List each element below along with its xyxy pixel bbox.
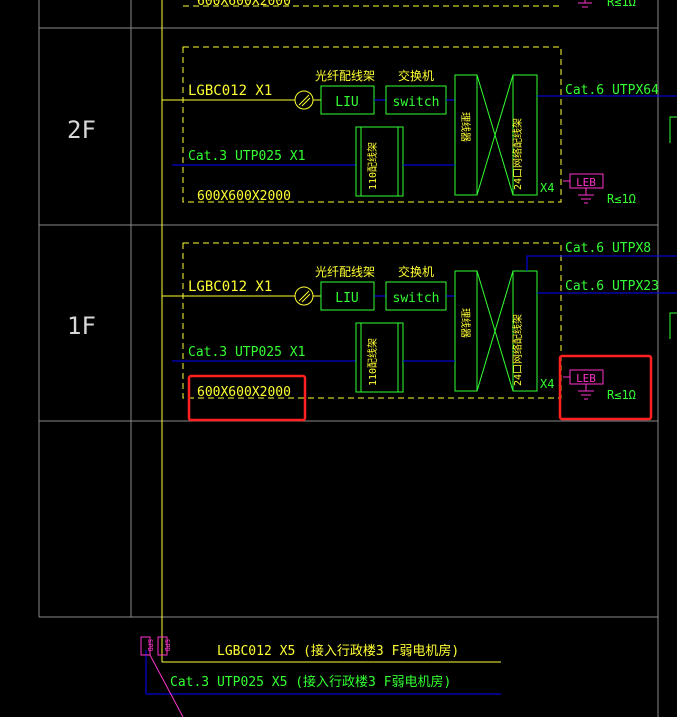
liu-caption: 光纤配线架 (315, 69, 375, 83)
patch-panel-label: 24口网络配线架 (511, 118, 524, 190)
copper-cable-label: Cat.3 UTP025 X1 (188, 345, 305, 360)
svg-text:SPD: SPD (146, 639, 154, 652)
switch-label: switch (393, 95, 440, 110)
top-partial-floor: 600X600X2000 R≤1Ω (183, 0, 636, 9)
uplink-label: Cat.6 UTPX23 (565, 279, 659, 294)
floor-label: 2F (67, 116, 96, 144)
spd-box: SPD (140, 636, 154, 656)
fiber-cable-label: LGBC012 X1 (188, 279, 272, 295)
patch-panel-label: 24口网络配线架 (511, 314, 524, 386)
cable-manager-label: 理线器 (459, 308, 472, 338)
110-panel-box (355, 126, 404, 197)
cabinet-size-top: 600X600X2000 (197, 0, 291, 9)
patch-count: X4 (540, 377, 554, 391)
floor-label: 1F (67, 312, 96, 340)
svg-text:SPD: SPD (163, 639, 171, 652)
fiber-cable-label: LGBC012 X1 (188, 83, 272, 99)
cad-riser-diagram: 600X600X2000 R≤1Ω SPD SPD LGBC012 X5 (接入… (38, 0, 677, 717)
cable-manager-label: 理线器 (459, 112, 472, 142)
resistance-label: R≤1Ω (607, 388, 636, 402)
resistance-top: R≤1Ω (607, 0, 636, 9)
highlight-grounding-1F (558, 354, 653, 421)
110-panel-box (355, 322, 404, 393)
cabinet-size: 600X600X2000 (197, 189, 291, 204)
copper-cable-label: Cat.3 UTP025 X1 (188, 149, 305, 164)
copper-trunk-label: Cat.3 UTP025 X5 (接入行政楼3 F弱电机房) (170, 674, 451, 690)
cabinet-size: 600X600X2000 (197, 385, 291, 400)
fiber-trunk-label: LGBC012 X5 (接入行政楼3 F弱电机房) (217, 643, 459, 659)
110-panel-label: 110配线架 (366, 142, 379, 190)
patch-count: X4 (540, 181, 554, 195)
liu-label: LIU (335, 291, 358, 306)
floor-1: 1F LGBC012 X1 光纤配线架 LIU 交换机 switch 理线器 24口网络配线架… (67, 241, 677, 402)
spd-box: SPD (157, 636, 171, 656)
uplink-label: Cat.6 UTPX8 (565, 241, 651, 256)
110-panel-label: 110配线架 (366, 338, 379, 386)
switch-caption: 交换机 (398, 264, 434, 279)
leb-label: LEB (576, 176, 596, 189)
switch-caption: 交换机 (398, 68, 434, 83)
liu-caption: 光纤配线架 (315, 265, 375, 279)
switch-label: switch (393, 291, 440, 306)
leb-label: LEB (576, 372, 596, 385)
floor-0: 2F LGBC012 X1 光纤配线架 LIU 交换机 switch 理线器 24口网络配线架… (67, 46, 677, 206)
resistance-label: R≤1Ω (607, 192, 636, 206)
liu-label: LIU (335, 95, 358, 110)
